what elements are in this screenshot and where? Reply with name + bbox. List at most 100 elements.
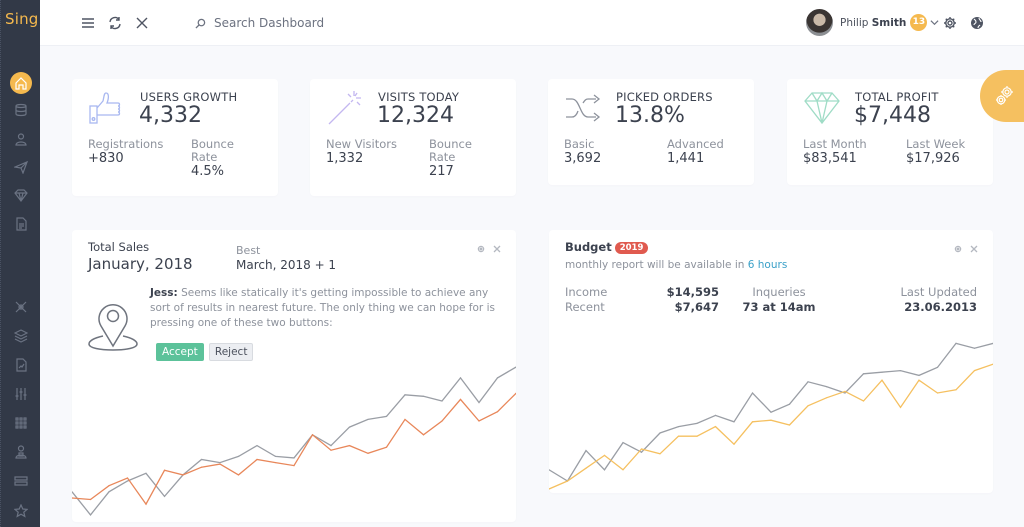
stat-title: PICKED ORDERS <box>616 90 713 104</box>
sidebar-item-star[interactable] <box>10 500 32 522</box>
chart-point <box>881 371 883 373</box>
hamburger-icon[interactable] <box>78 13 98 33</box>
chart-point <box>385 415 388 417</box>
chart-point <box>441 420 443 422</box>
chart-point <box>126 480 129 482</box>
chart-point <box>293 457 295 459</box>
widget-close-icon[interactable] <box>491 243 503 255</box>
sidebar-item-diamond[interactable] <box>10 184 32 206</box>
chart-point <box>274 455 277 457</box>
widget-title: Total Sales <box>88 240 150 254</box>
budget-chart <box>549 342 993 490</box>
sidebar-item-database[interactable] <box>10 99 32 121</box>
avatar <box>806 9 833 36</box>
stat-title: VISITS TODAY <box>378 90 460 104</box>
chart-point <box>237 474 240 476</box>
sidebar-item-network[interactable] <box>10 296 32 318</box>
chart-point <box>404 418 406 421</box>
diamond-icon <box>14 189 28 202</box>
chart-point <box>696 422 698 424</box>
income-label: Income Recent <box>565 285 608 314</box>
chevron-down-icon <box>930 20 939 26</box>
close-icon[interactable] <box>132 13 152 33</box>
sidebar-item-sliders[interactable] <box>10 383 32 405</box>
refresh-icon[interactable] <box>105 13 125 33</box>
stat-sub-advanced: Advanced 1,441 <box>667 137 724 166</box>
sidebar-item-user[interactable] <box>10 128 32 150</box>
grid-icon <box>15 417 27 429</box>
chart-point <box>496 377 499 379</box>
chart-point <box>585 467 587 469</box>
chart-point <box>677 435 680 437</box>
layers-icon <box>14 329 28 343</box>
widget-close-icon[interactable] <box>968 243 980 255</box>
stat-card-picked-orders: PICKED ORDERS 13.8% Basic 3,692 Advanced 1… <box>548 79 754 185</box>
network-icon <box>15 301 27 313</box>
stat-value: 4,332 <box>139 103 202 128</box>
globe-icon[interactable] <box>967 13 987 33</box>
income-values: $14,595 $7,647 <box>666 285 719 314</box>
chart-point <box>603 469 606 471</box>
report-eta-link[interactable]: 6 hours <box>748 259 788 271</box>
chart-point <box>293 465 295 467</box>
chart-point <box>659 453 661 455</box>
user-lock-icon <box>15 445 27 459</box>
last-updated: Last Updated 23.06.2013 <box>900 285 977 314</box>
stat-sub-last-week: Last Week $17,926 <box>906 137 966 166</box>
accept-button[interactable]: Accept <box>156 343 204 361</box>
chart-point <box>348 445 351 447</box>
settings-fab[interactable] <box>980 70 1024 122</box>
chart-point <box>108 491 110 493</box>
chart-point <box>311 434 314 436</box>
stat-card-visits-today: VISITS TODAY 12,324 New Visitors 1,332 Bo… <box>310 79 516 196</box>
stat-title: USERS GROWTH <box>140 90 238 104</box>
sales-chart <box>72 366 516 516</box>
chart-point <box>459 398 462 401</box>
stat-card-total-profit: TOTAL PROFIT $7,448 Last Month $83,541 La… <box>787 79 993 185</box>
chart-point <box>622 442 624 444</box>
chart-point <box>441 400 443 402</box>
sidebar-item-home[interactable] <box>10 72 32 94</box>
stat-sub-bounce-rate: Bounce Rate 4.5% <box>191 137 234 179</box>
stat-sub-new-visitors: New Visitors 1,332 <box>326 137 397 166</box>
chart-point <box>163 469 166 471</box>
search-input[interactable] <box>214 16 374 30</box>
chart-point <box>862 373 865 375</box>
chart-point <box>422 395 425 397</box>
gear-icon[interactable] <box>940 13 960 33</box>
topbar: Philip Smith 13 <box>40 0 1024 46</box>
chart-point <box>733 443 735 445</box>
widget-title: Budget 2019 <box>565 240 649 254</box>
sidebar-item-chart-document[interactable] <box>10 354 32 376</box>
home-icon <box>15 77 27 90</box>
chart-point <box>788 424 791 426</box>
chart-point <box>825 397 828 399</box>
user-menu[interactable]: Philip Smith 13 <box>806 9 939 36</box>
sidebar-item-layers[interactable] <box>10 325 32 347</box>
chart-point <box>622 469 624 471</box>
chart-point <box>200 466 203 468</box>
widget-settings-icon[interactable] <box>475 243 487 255</box>
best-value: March, 2018 + 1 <box>236 258 337 272</box>
sidebar-item-user-lock[interactable] <box>10 441 32 463</box>
stat-title: TOTAL PROFIT <box>855 90 939 104</box>
sidebar-item-paper-plane[interactable] <box>10 156 32 178</box>
reject-button[interactable]: Reject <box>208 343 254 361</box>
chart-point <box>714 414 717 416</box>
chart-point <box>844 390 846 392</box>
chart-point <box>862 400 865 402</box>
app-logo[interactable]: Sing <box>5 10 39 28</box>
chart-point <box>899 406 902 408</box>
chart-point <box>751 421 754 423</box>
widget-settings-icon[interactable] <box>952 243 964 255</box>
chart-point <box>108 485 110 487</box>
chart-point <box>237 455 240 457</box>
chart-point <box>459 377 462 379</box>
chart-point <box>955 389 957 391</box>
user-name: Philip Smith <box>840 16 907 29</box>
stat-sub-basic: Basic 3,692 <box>564 137 602 166</box>
sidebar-item-stack[interactable] <box>10 470 32 492</box>
sidebar-item-document[interactable] <box>10 213 32 235</box>
sidebar-item-grid[interactable] <box>10 412 32 434</box>
chart-point <box>478 401 480 404</box>
